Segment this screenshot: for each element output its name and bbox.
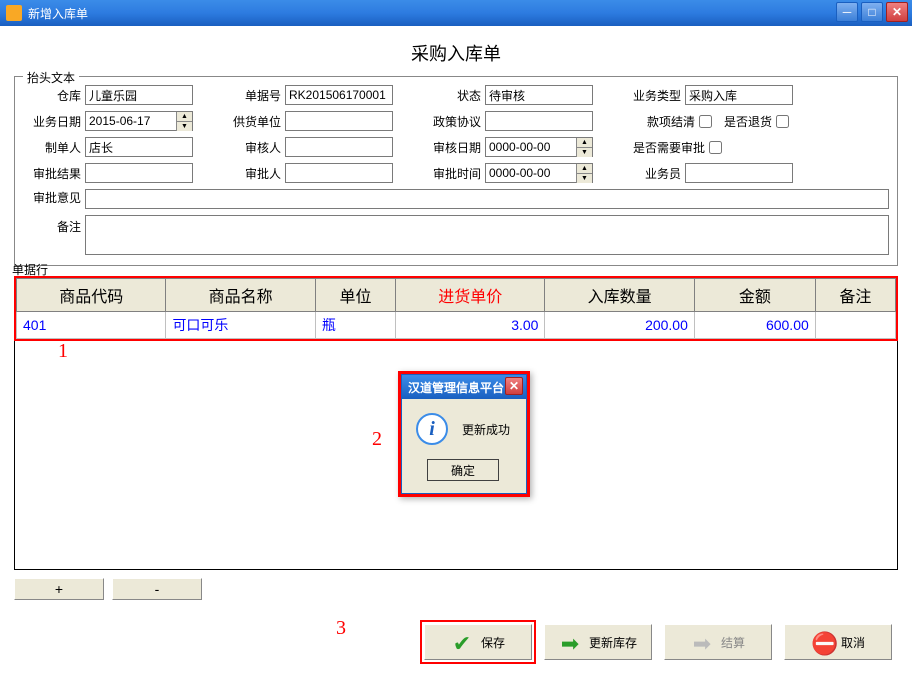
info-dialog: 汉道管理信息平台 ✕ i 更新成功 确定 [398, 371, 530, 497]
app-icon [6, 5, 22, 21]
column-header: 金额 [694, 279, 815, 312]
column-header: 商品代码 [17, 279, 166, 312]
dialog-ok-button[interactable]: 确定 [427, 459, 499, 481]
spin-down-icon[interactable]: ▼ [576, 174, 592, 183]
approvetime-spinner[interactable]: ▲▼ [485, 163, 593, 183]
maximize-button[interactable]: □ [861, 2, 883, 22]
settle-button[interactable]: ➡ 结算 [664, 624, 772, 660]
line-section-highlight: 商品代码商品名称单位进货单价入库数量金额备注 401可口可乐瓶3.00200.0… [14, 276, 898, 341]
header-legend: 抬头文本 [23, 69, 79, 86]
dialog-close-button[interactable]: ✕ [505, 377, 523, 395]
label-paysettle: 款项结清 [623, 113, 699, 130]
label-checkdate: 审核日期 [423, 139, 485, 156]
label-approver: 审批人 [223, 165, 285, 182]
column-header: 商品名称 [166, 279, 315, 312]
label-supplier: 供货单位 [223, 113, 285, 130]
table-cell[interactable]: 瓶 [315, 312, 395, 339]
dialog-title-text: 汉道管理信息平台 [408, 379, 504, 396]
table-cell[interactable] [815, 312, 895, 339]
label-checker: 审核人 [223, 139, 285, 156]
bizdate-field[interactable] [86, 112, 176, 130]
table-cell[interactable]: 600.00 [694, 312, 815, 339]
refresh-label: 更新库存 [589, 634, 637, 651]
approvetime-field[interactable] [486, 164, 576, 182]
label-isreturn: 是否退货 [712, 113, 776, 130]
header-fieldset: 抬头文本 仓库 单据号 状态 业务类型 业务日期 ▲▼ 供货单位 政策协议 款项… [14, 76, 898, 266]
label-status: 状态 [423, 87, 485, 104]
info-icon: i [416, 413, 448, 445]
dialog-message: 更新成功 [462, 421, 510, 438]
refresh-stock-button[interactable]: ➡ 更新库存 [544, 624, 652, 660]
column-header: 进货单价 [396, 279, 545, 312]
label-policy: 政策协议 [423, 113, 485, 130]
column-header: 入库数量 [545, 279, 694, 312]
approveopinion-field[interactable] [85, 189, 889, 209]
table-cell[interactable]: 401 [17, 312, 166, 339]
label-remark: 备注 [23, 215, 85, 255]
minimize-button[interactable]: ─ [836, 2, 858, 22]
isreturn-checkbox[interactable] [776, 115, 789, 128]
save-button[interactable]: ✔ 保存 [424, 624, 532, 660]
column-header: 备注 [815, 279, 895, 312]
arrow-right-icon: ➡ [559, 631, 581, 653]
warehouse-field[interactable] [85, 85, 193, 105]
cancel-label: 取消 [841, 634, 865, 651]
column-header: 单位 [315, 279, 395, 312]
table-cell[interactable]: 3.00 [396, 312, 545, 339]
spin-down-icon[interactable]: ▼ [176, 122, 192, 131]
label-approvetime: 审批时间 [423, 165, 485, 182]
table-row[interactable]: 401可口可乐瓶3.00200.00600.00 [17, 312, 896, 339]
remove-row-button[interactable]: - [112, 578, 202, 600]
settle-label: 结算 [721, 634, 745, 651]
dialog-title: 汉道管理信息平台 ✕ [402, 375, 526, 399]
arrow-right-gray-icon: ➡ [691, 631, 713, 653]
spin-up-icon[interactable]: ▲ [576, 138, 592, 148]
save-label: 保存 [481, 634, 505, 651]
spin-up-icon[interactable]: ▲ [576, 164, 592, 174]
bizdate-spinner[interactable]: ▲▼ [85, 111, 193, 131]
policy-field[interactable] [485, 111, 593, 131]
docno-field[interactable] [285, 85, 393, 105]
label-docno: 单据号 [223, 87, 285, 104]
page-title: 采购入库单 [14, 34, 898, 76]
spin-up-icon[interactable]: ▲ [176, 112, 192, 122]
window-titlebar: 新增入库单 ─ □ ✕ [0, 0, 912, 26]
annotation-2: 2 [372, 428, 382, 451]
data-grid: 商品代码商品名称单位进货单价入库数量金额备注 401可口可乐瓶3.00200.0… [16, 278, 896, 339]
supplier-field[interactable] [285, 111, 393, 131]
table-cell[interactable]: 200.00 [545, 312, 694, 339]
approveresult-field[interactable] [85, 163, 193, 183]
check-icon: ✔ [451, 631, 473, 653]
close-button[interactable]: ✕ [886, 2, 908, 22]
checkdate-spinner[interactable]: ▲▼ [485, 137, 593, 157]
label-maker: 制单人 [23, 139, 85, 156]
label-approveopinion: 审批意见 [23, 189, 85, 209]
label-bizdate: 业务日期 [23, 113, 85, 130]
remark-field[interactable] [85, 215, 889, 255]
action-bar: ✔ 保存 ➡ 更新库存 ➡ 结算 ⛔ 取消 [0, 608, 912, 670]
biztype-field[interactable] [685, 85, 793, 105]
checker-field[interactable] [285, 137, 393, 157]
label-biztype: 业务类型 [623, 87, 685, 104]
approver-field[interactable] [285, 163, 393, 183]
status-field[interactable] [485, 85, 593, 105]
label-warehouse: 仓库 [23, 87, 85, 104]
annotation-3: 3 [336, 617, 346, 640]
table-cell[interactable]: 可口可乐 [166, 312, 315, 339]
add-row-button[interactable]: + [14, 578, 104, 600]
salesman-field[interactable] [685, 163, 793, 183]
label-needapprove: 是否需要审批 [623, 139, 709, 156]
label-salesman: 业务员 [623, 165, 685, 182]
checkdate-field[interactable] [486, 138, 576, 156]
spin-down-icon[interactable]: ▼ [576, 148, 592, 157]
needapprove-checkbox[interactable] [709, 141, 722, 154]
window-title: 新增入库单 [28, 5, 88, 22]
cancel-button[interactable]: ⛔ 取消 [784, 624, 892, 660]
label-approveresult: 审批结果 [23, 165, 85, 182]
maker-field[interactable] [85, 137, 193, 157]
annotation-1: 1 [58, 340, 68, 363]
forbidden-icon: ⛔ [811, 631, 833, 653]
paysettle-checkbox[interactable] [699, 115, 712, 128]
